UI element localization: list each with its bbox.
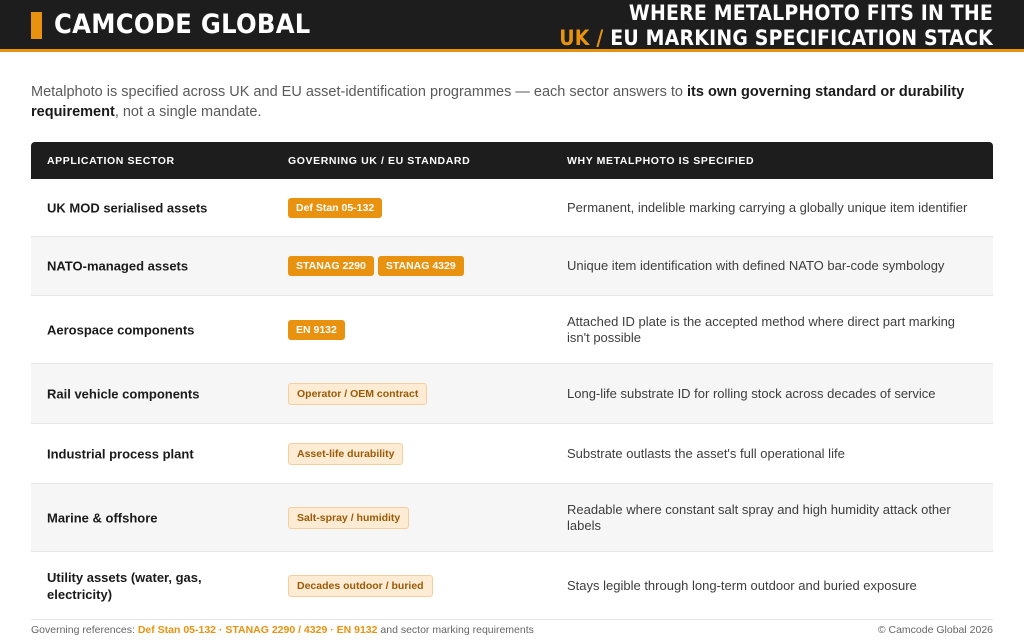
standard-tag: Def Stan 05-132 xyxy=(288,197,383,218)
standard-tag: EN 9132 xyxy=(288,319,345,340)
footer-references: Governing references: Def Stan 05-132 · … xyxy=(31,623,534,637)
intro-tail: , not a single mandate. xyxy=(114,104,262,120)
sector-name: Industrial process plant xyxy=(47,446,194,461)
standard-tags: Salt-spray / humidity xyxy=(288,506,410,529)
header-governing-standard: GOVERNING UK / EU STANDARD xyxy=(288,154,471,167)
header-why-specified: WHY METALPHOTO IS SPECIFIED xyxy=(567,154,755,167)
standard-tag: Asset-life durability xyxy=(288,442,404,465)
page-title-accent: UK / xyxy=(559,26,604,50)
page-title-line-2: UK / EU MARKING SPECIFICATION STACK xyxy=(559,26,993,51)
reason-text: Long-life substrate ID for rolling stock… xyxy=(567,385,936,401)
sector-name: Marine & offshore xyxy=(47,510,158,525)
standard-tags: Def Stan 05-132 xyxy=(288,197,383,218)
standard-tags: Asset-life durability xyxy=(288,442,404,465)
brand-mark-icon xyxy=(31,12,42,39)
standard-tags: Decades outdoor / buried xyxy=(288,574,433,597)
standard-tags: STANAG 2290 STANAG 4329 xyxy=(288,256,464,276)
reason-text: Permanent, indelible marking carrying a … xyxy=(567,199,968,215)
table-row: UK MOD serialised assets Def Stan 05-132 P… xyxy=(31,179,993,237)
reason-text: Substrate outlasts the asset's full oper… xyxy=(567,445,845,461)
standard-tag: STANAG 2290 xyxy=(288,256,374,276)
page-title: WHERE METALPHOTO FITS IN THE UK / EU MAR… xyxy=(559,1,993,51)
reason-text: Attached ID plate is the accepted method… xyxy=(567,313,956,345)
sector-name: NATO-managed assets xyxy=(47,258,189,274)
standard-tags: EN 9132 xyxy=(288,319,345,340)
intro-paragraph: Metalphoto is specified across UK and EU… xyxy=(31,82,993,122)
sector-name: UK MOD serialised assets xyxy=(47,200,208,215)
header-application-sector: APPLICATION SECTOR xyxy=(47,154,175,167)
table-row: Utility assets (water, gas, electricity)… xyxy=(31,552,993,620)
brand-name: CAMCODE GLOBAL xyxy=(54,9,311,40)
sector-name: Rail vehicle components xyxy=(47,386,200,401)
table-row: Aerospace components EN 9132 Attached ID p… xyxy=(31,296,993,364)
standard-tag: Operator / OEM contract xyxy=(288,382,428,405)
page-header: CAMCODE GLOBAL WHERE METALPHOTO FITS IN … xyxy=(0,0,1024,52)
reason-text: Readable where constant salt spray and h… xyxy=(567,501,951,533)
page-title-line-1: WHERE METALPHOTO FITS IN THE xyxy=(628,1,993,25)
sector-name: Aerospace components xyxy=(47,322,195,337)
table-body: UK MOD serialised assets Def Stan 05-132 P… xyxy=(31,179,993,620)
table-row: Rail vehicle components Operator / OEM co… xyxy=(31,364,993,424)
table-row: NATO-managed assets STANAG 2290 STANAG 432… xyxy=(31,237,993,296)
standard-tag: STANAG 4329 xyxy=(377,256,464,276)
page-title-rest: EU MARKING SPECIFICATION STACK xyxy=(603,26,993,50)
specification-table: APPLICATION SECTOR GOVERNING UK / EU STA… xyxy=(31,142,993,620)
table-header: APPLICATION SECTOR GOVERNING UK / EU STA… xyxy=(31,142,993,179)
footer-copyright: © Camcode Global 2026 xyxy=(877,624,993,636)
table-row: Industrial process plant Asset-life durab… xyxy=(31,424,993,484)
reason-text: Unique item identification with defined … xyxy=(567,258,945,273)
intro-lead: Metalphoto is specified across UK and EU… xyxy=(31,84,688,100)
standard-tag: Decades outdoor / buried xyxy=(288,574,433,597)
standard-tag: Salt-spray / humidity xyxy=(288,506,410,529)
reason-text: Stays legible through long-term outdoor … xyxy=(567,577,917,593)
footer-prefix: Governing references: xyxy=(31,624,138,636)
standard-tags: Operator / OEM contract xyxy=(288,382,428,405)
table-row: Marine & offshore Salt-spray / humidity Re… xyxy=(31,484,993,552)
footer-refs: Def Stan 05-132 · STANAG 2290 / 4329 · E… xyxy=(137,624,378,636)
sector-name: Utility assets (water, gas, electricity) xyxy=(47,569,202,602)
footer-suffix: and sector marking requirements xyxy=(377,624,534,636)
